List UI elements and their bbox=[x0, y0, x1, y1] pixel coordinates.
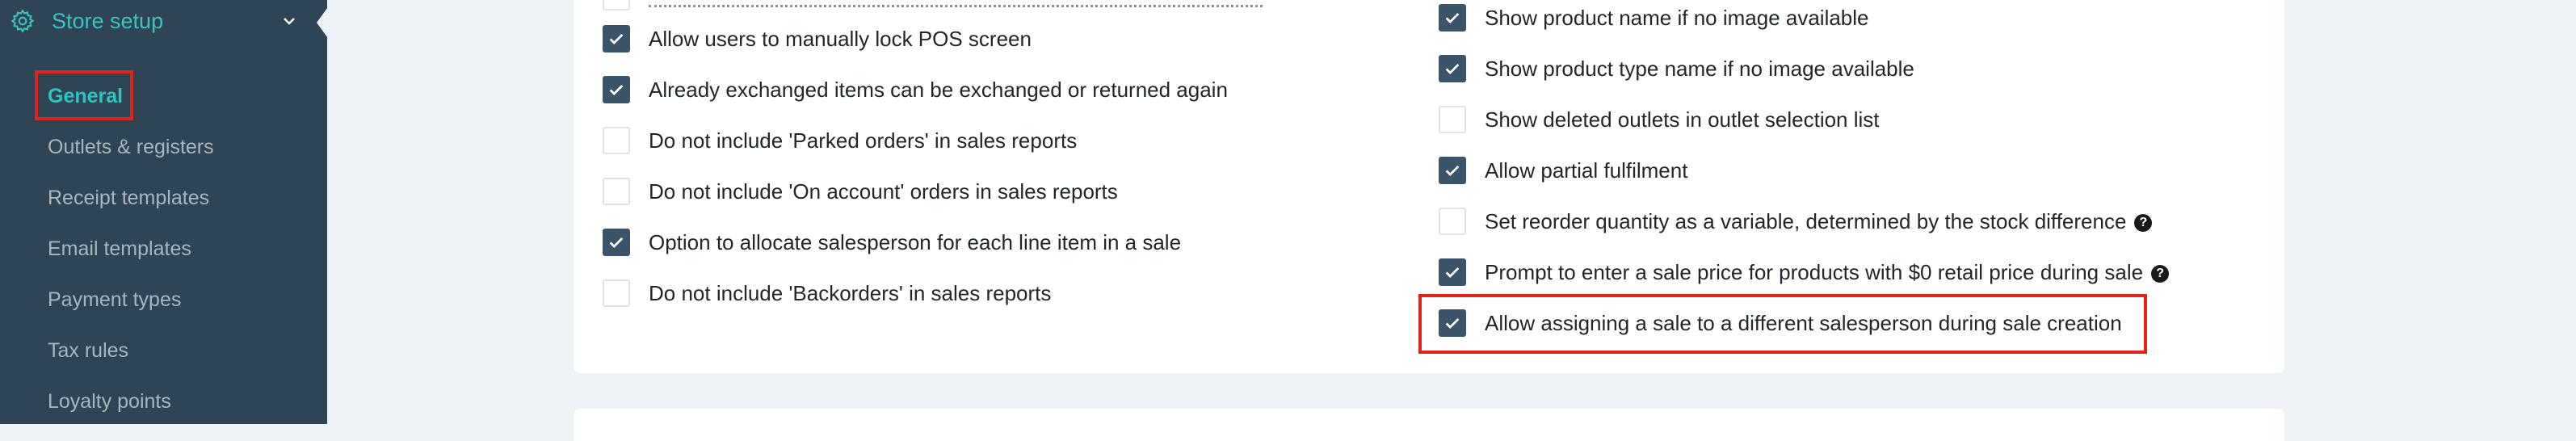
setting-label: Do not include 'On account' orders in sa… bbox=[649, 179, 1118, 204]
setting-label: Show product type name if no image avail… bbox=[1485, 57, 1914, 82]
next-card bbox=[574, 409, 2284, 441]
setting-label-text: Do not include 'On account' orders in sa… bbox=[649, 178, 1118, 204]
gear-icon bbox=[11, 9, 35, 33]
setting-label-text: Allow partial fulfilment bbox=[1485, 158, 1688, 183]
cut-off-label bbox=[649, 2, 1263, 7]
setting-label: Prompt to enter a sale price for product… bbox=[1485, 259, 2170, 285]
checkbox-checked[interactable] bbox=[1439, 55, 1466, 82]
setting-row[interactable]: Do not include 'Backorders' in sales rep… bbox=[603, 277, 1051, 309]
checkbox-checked[interactable] bbox=[1439, 157, 1466, 184]
setting-label: Do not include 'Parked orders' in sales … bbox=[649, 128, 1077, 153]
setting-row[interactable]: Allow partial fulfilment bbox=[1439, 154, 1687, 187]
checkbox-unchecked[interactable] bbox=[603, 127, 630, 154]
help-icon[interactable]: ? bbox=[2134, 213, 2153, 232]
setting-row[interactable]: Do not include 'On account' orders in sa… bbox=[603, 175, 1118, 208]
sidebar-item-email-templates[interactable]: Email templates bbox=[48, 235, 191, 262]
setting-label-text: Show product type name if no image avail… bbox=[1485, 56, 1914, 81]
checkbox-unchecked[interactable] bbox=[603, 178, 630, 205]
section-title: Store setup bbox=[52, 9, 164, 33]
checkmark-icon bbox=[1445, 63, 1460, 74]
setting-row[interactable]: Already exchanged items can be exchanged… bbox=[603, 74, 1228, 106]
cut-off-setting-row bbox=[603, 0, 1263, 10]
setting-label-text: Already exchanged items can be exchanged… bbox=[649, 77, 1228, 102]
checkbox-checked[interactable] bbox=[603, 25, 630, 52]
checkmark-icon bbox=[1445, 267, 1460, 278]
setting-label-text: Option to allocate salesperson for each … bbox=[649, 229, 1182, 254]
setting-row[interactable]: Show deleted outlets in outlet selection… bbox=[1439, 103, 1880, 136]
sidebar: Store setup General Outlets & registers Re… bbox=[0, 0, 327, 424]
setting-label-text: Do not include 'Backorders' in sales rep… bbox=[649, 280, 1052, 305]
checkbox[interactable] bbox=[603, 0, 630, 10]
checkmark-icon bbox=[609, 84, 624, 95]
sidebar-item-outlets-registers[interactable]: Outlets & registers bbox=[48, 133, 214, 161]
checkbox-unchecked[interactable] bbox=[603, 279, 630, 307]
checkbox-unchecked[interactable] bbox=[1439, 106, 1466, 133]
checkbox-checked[interactable] bbox=[603, 229, 630, 256]
setting-row[interactable]: Do not include 'Parked orders' in sales … bbox=[603, 124, 1077, 157]
sidebar-item-tax-rules[interactable]: Tax rules bbox=[48, 337, 128, 364]
setting-label: Do not include 'Backorders' in sales rep… bbox=[649, 281, 1051, 306]
setting-label: Allow partial fulfilment bbox=[1485, 158, 1687, 183]
setting-label-text: Show product name if no image available bbox=[1485, 5, 1869, 30]
sidebar-item-loyalty-points[interactable]: Loyalty points bbox=[48, 388, 171, 415]
setting-row[interactable]: Show product name if no image available bbox=[1439, 2, 1869, 34]
chevron-down-icon[interactable] bbox=[279, 11, 299, 31]
setting-row[interactable]: Option to allocate salesperson for each … bbox=[603, 226, 1181, 258]
sidebar-item-receipt-templates[interactable]: Receipt templates bbox=[48, 184, 209, 212]
setting-label-text: Allow users to manually lock POS screen bbox=[649, 26, 1032, 51]
setting-row[interactable]: Show product type name if no image avail… bbox=[1439, 52, 1914, 85]
setting-label-text: Do not include 'Parked orders' in sales … bbox=[649, 128, 1078, 153]
checkbox-checked[interactable] bbox=[1439, 4, 1466, 32]
setting-label: Allow users to manually lock POS screen bbox=[649, 27, 1032, 52]
setting-label: Option to allocate salesperson for each … bbox=[649, 230, 1181, 255]
sidebar-pointer bbox=[317, 5, 330, 40]
checkmark-icon bbox=[1445, 12, 1460, 23]
setting-label-text: Set reorder quantity as a variable, dete… bbox=[1485, 208, 2127, 233]
store-setup-section-header[interactable]: Store setup bbox=[0, 0, 317, 42]
help-icon[interactable]: ? bbox=[2151, 264, 2170, 283]
sidebar-item-payment-types[interactable]: Payment types bbox=[48, 286, 181, 313]
checkbox-unchecked[interactable] bbox=[1439, 208, 1466, 235]
setting-label: Already exchanged items can be exchanged… bbox=[649, 78, 1228, 103]
setting-row[interactable]: Prompt to enter a sale price for product… bbox=[1439, 256, 2170, 288]
setting-label: Set reorder quantity as a variable, dete… bbox=[1485, 208, 2153, 234]
setting-row[interactable]: Set reorder quantity as a variable, dete… bbox=[1439, 205, 2153, 237]
setting-label-text: Show deleted outlets in outlet selection… bbox=[1485, 107, 1880, 132]
checkmark-icon bbox=[609, 237, 624, 248]
setting-label: Show deleted outlets in outlet selection… bbox=[1485, 107, 1880, 132]
checkmark-icon bbox=[609, 33, 624, 44]
checkbox-checked[interactable] bbox=[603, 76, 630, 103]
checkmark-icon bbox=[1445, 165, 1460, 176]
setting-label-text: Prompt to enter a sale price for product… bbox=[1485, 259, 2144, 284]
sidebar-item-general[interactable]: General bbox=[48, 82, 123, 110]
checkbox-checked[interactable] bbox=[1439, 258, 1466, 286]
setting-row[interactable]: Allow users to manually lock POS screen bbox=[603, 23, 1032, 55]
highlight-box bbox=[1418, 294, 2147, 354]
setting-label: Show product name if no image available bbox=[1485, 6, 1869, 31]
